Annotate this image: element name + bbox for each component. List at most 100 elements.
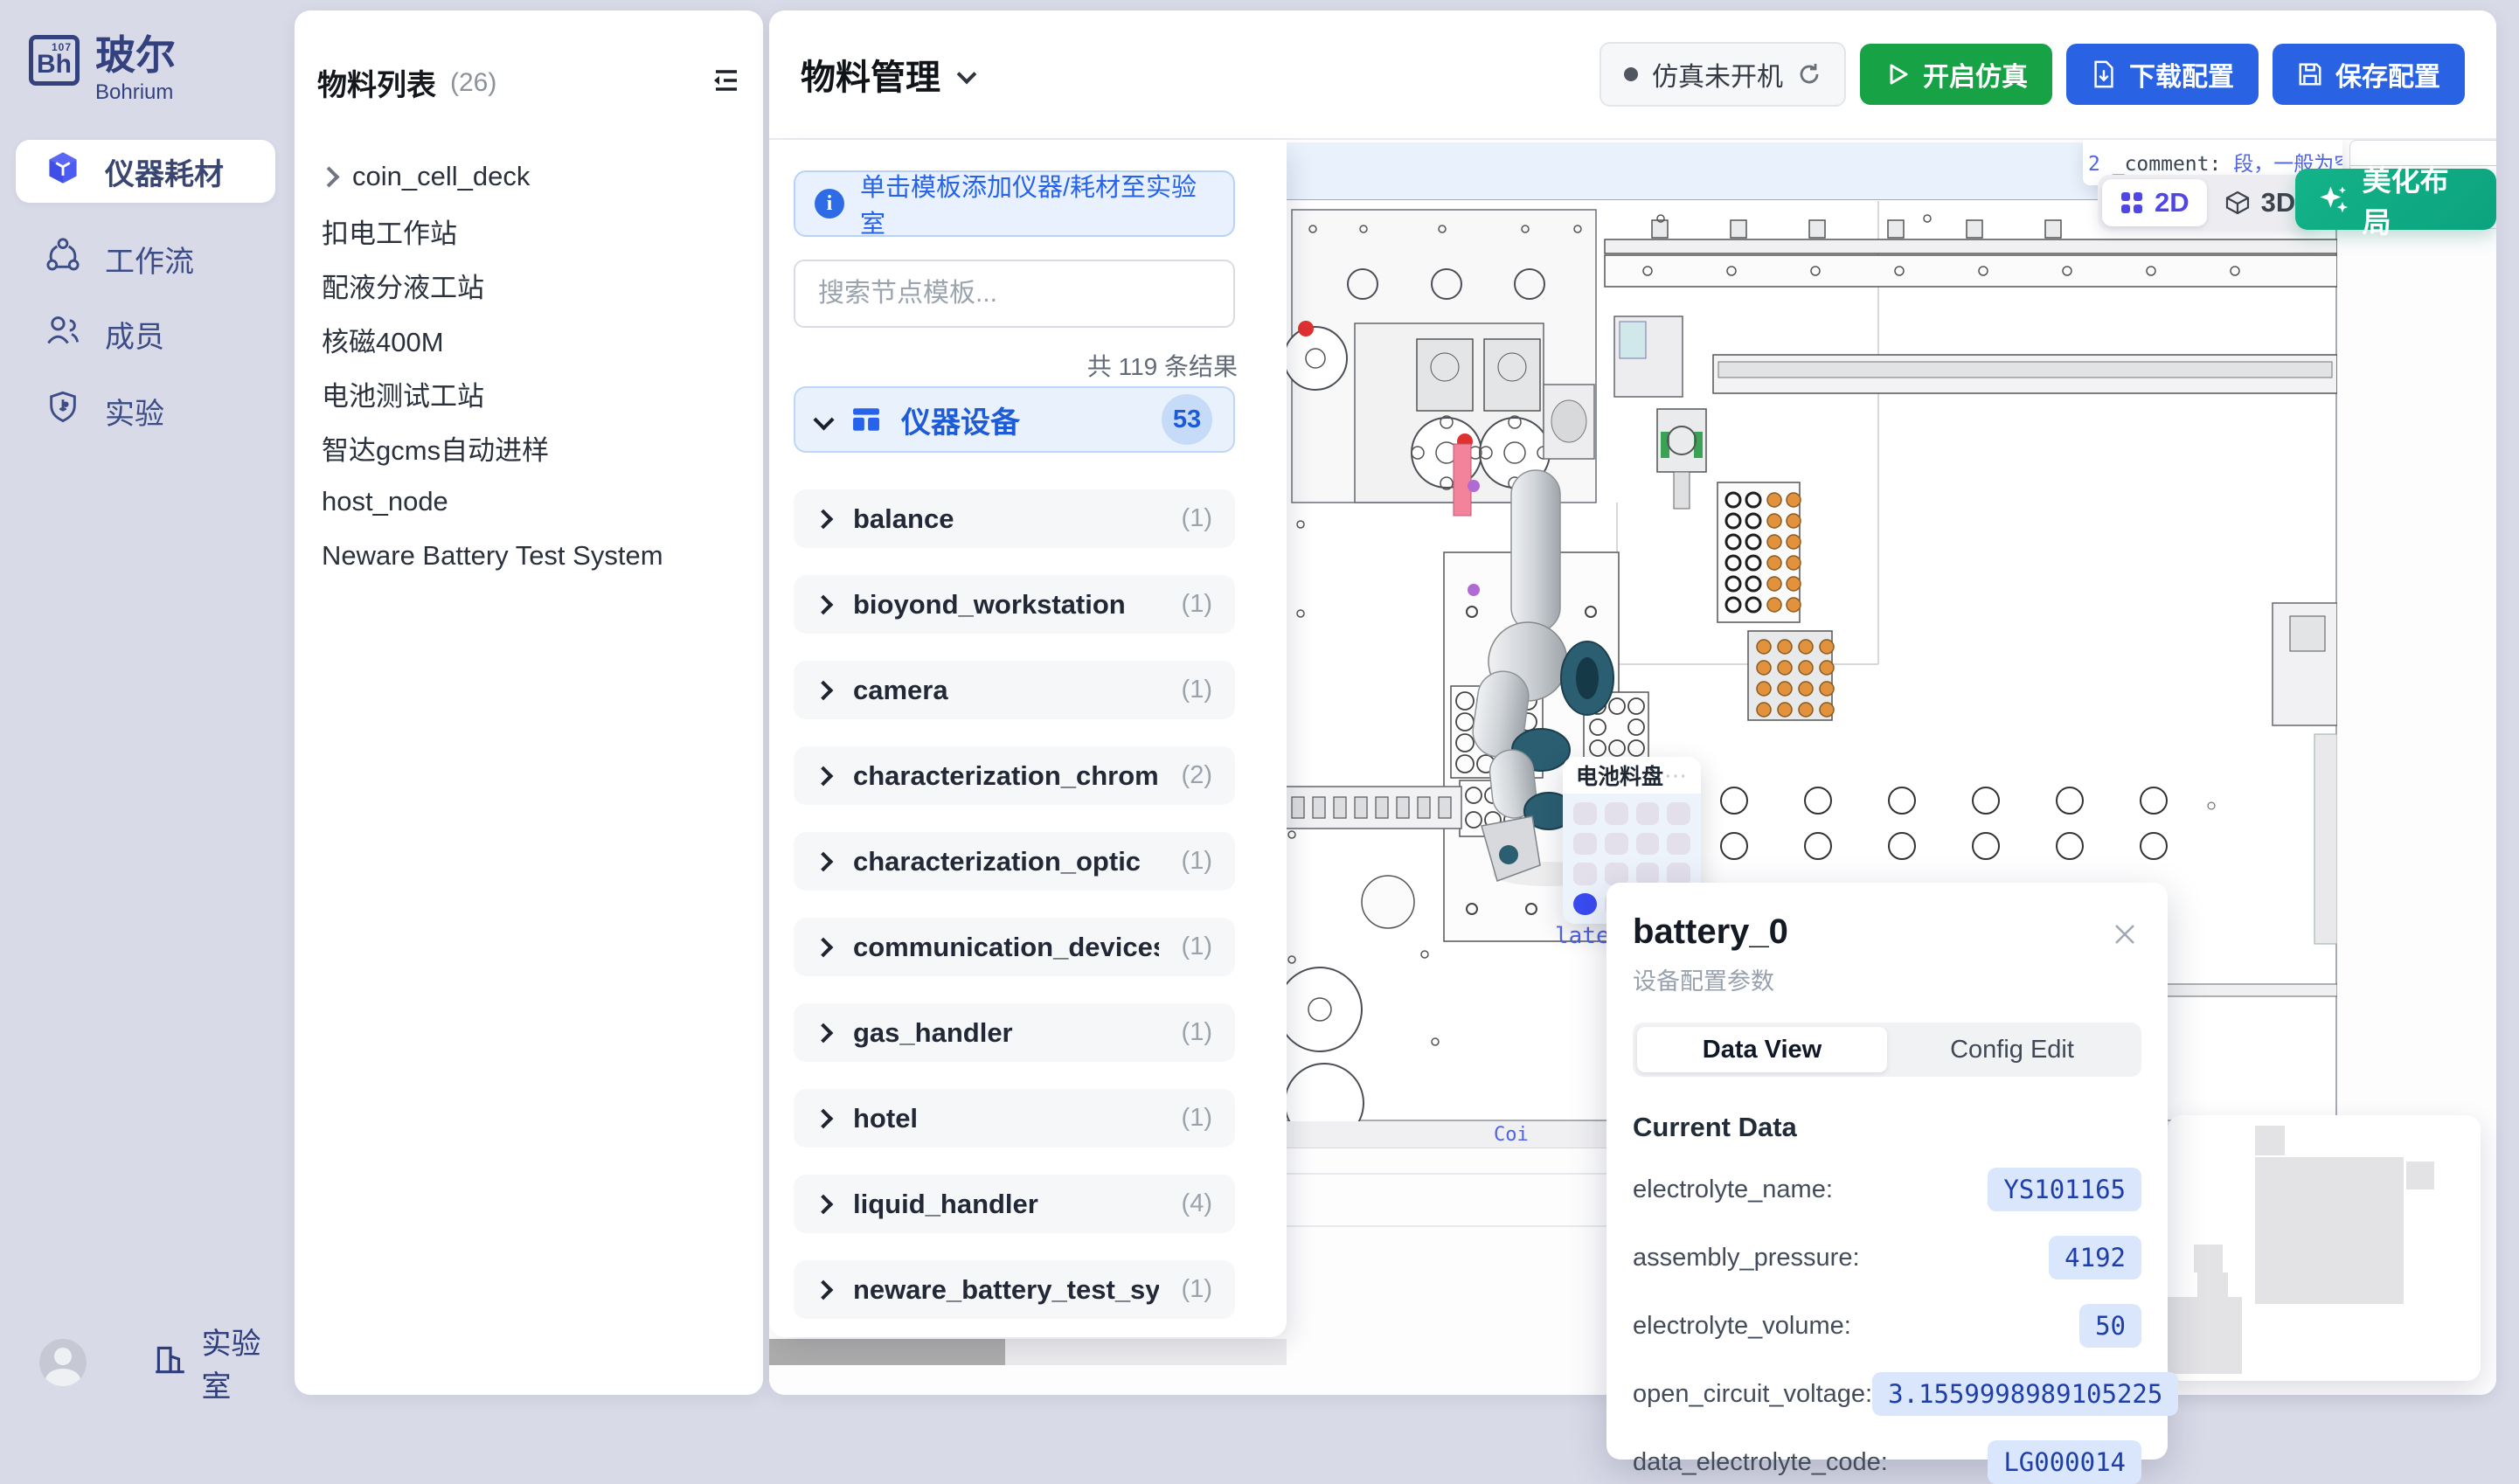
sidebar-item-workflow[interactable]: 工作流 [16, 227, 275, 290]
material-list-item[interactable]: 智达gcms自动进样 [295, 420, 763, 475]
template-group-liquid_handler[interactable]: liquid_handler(4) [794, 1175, 1235, 1233]
material-list-item[interactable]: 电池测试工站 [295, 366, 763, 420]
building-icon [151, 1341, 188, 1385]
hint-text: 单击模板添加仪器/耗材至实验室 [860, 167, 1214, 240]
battery-title: battery_0 [1633, 912, 2141, 952]
battery-data-row: assembly_pressure:4192 [1633, 1236, 2141, 1279]
materials-title: 物料列表 [317, 61, 436, 104]
chevron-right-icon [814, 594, 834, 614]
tray-cell-selected[interactable] [1573, 893, 1597, 916]
chevron-right-icon [814, 680, 834, 700]
download-file-icon [2091, 60, 2117, 88]
search-input[interactable] [794, 260, 1235, 328]
material-list-item[interactable]: 核磁400M [295, 312, 763, 366]
bohrium-logo-icon: 107 Bh [29, 35, 80, 86]
tray-cell[interactable] [1636, 833, 1660, 856]
lab-switcher[interactable]: 实验室 [151, 1320, 290, 1405]
page-title-dropdown[interactable]: 物料管理 [801, 49, 974, 100]
group-count: (1) [1182, 676, 1212, 704]
tray-cell[interactable] [1573, 833, 1597, 856]
data-key: electrolyte_name: [1633, 1175, 1833, 1204]
tray-cell[interactable] [1667, 802, 1690, 825]
sidebar-item-members[interactable]: 成员 [16, 302, 275, 365]
material-label: 智达gcms自动进样 [322, 428, 549, 468]
template-group-characterization_optic[interactable]: characterization_optic(1) [794, 832, 1235, 891]
user-avatar[interactable] [39, 1339, 87, 1386]
page-title: 物料管理 [801, 49, 940, 100]
tray-cell[interactable] [1605, 802, 1628, 825]
simulation-status[interactable]: 仿真未开机 [1600, 42, 1846, 107]
data-key: data_electrolyte_code: [1633, 1448, 1888, 1477]
sidebar-item-instruments[interactable]: 仪器耗材 [16, 140, 275, 203]
material-list-item[interactable]: 扣电工作站 [295, 204, 763, 258]
data-key: electrolyte_volume: [1633, 1312, 1851, 1341]
template-group-balance[interactable]: balance(1) [794, 489, 1235, 548]
sidebar-item-label: 实验 [105, 390, 164, 433]
data-value-pill: YS101165 [1988, 1168, 2141, 1211]
download-config-button[interactable]: 下载配置 [2066, 44, 2259, 105]
cube-icon [45, 150, 80, 193]
material-label: 扣电工作站 [322, 212, 457, 251]
tab-data-view[interactable]: Data View [1637, 1027, 1887, 1072]
material-list-item[interactable]: Neware Battery Test System [295, 529, 763, 583]
close-icon[interactable] [2112, 921, 2138, 952]
material-list-item[interactable]: 配液分液工站 [295, 258, 763, 312]
result-count: 共 119 条结果 [1087, 348, 1238, 383]
tray-cell[interactable] [1605, 833, 1628, 856]
chevron-right-icon [814, 766, 834, 786]
data-value-pill: 3.1559998989105225 [1872, 1372, 2178, 1416]
members-icon [45, 313, 80, 356]
tray-cell[interactable] [1605, 863, 1628, 885]
material-label: host_node [322, 486, 448, 517]
materials-count: (26) [450, 68, 496, 98]
tray-cell[interactable] [1667, 863, 1690, 885]
template-group-camera[interactable]: camera(1) [794, 661, 1235, 719]
group-label: hotel [853, 1103, 918, 1134]
template-panel: i 单击模板添加仪器/耗材至实验室 共 119 条结果 仪器设备 53 bala… [769, 140, 1287, 1337]
template-group-characterization_chromatic[interactable]: characterization_chromatic(2) [794, 746, 1235, 805]
category-instruments[interactable]: 仪器设备 53 [794, 386, 1235, 453]
template-group-communication_devices[interactable]: communication_devices(1) [794, 918, 1235, 976]
canvas-bottom-strip [1005, 1339, 1287, 1365]
experiment-icon [45, 390, 80, 433]
more-menu-icon[interactable]: ⋯ [1664, 771, 1689, 780]
sidebar-item-experiments[interactable]: 实验 [16, 379, 275, 442]
collapse-list-icon[interactable] [711, 67, 740, 98]
tray-cell[interactable] [1573, 863, 1597, 885]
view-2d-button[interactable]: 2D [2102, 179, 2207, 226]
battery-data-row: open_circuit_voltage:3.1559998989105225 [1633, 1372, 2141, 1416]
material-label: 核磁400M [322, 320, 444, 359]
material-list-item[interactable]: host_node [295, 475, 763, 529]
template-group-hotel[interactable]: hotel(1) [794, 1089, 1235, 1148]
tray-cell[interactable] [1636, 863, 1660, 885]
group-count: (2) [1182, 761, 1212, 790]
sidebar-item-label: 仪器耗材 [105, 150, 224, 193]
node-type-value: Coi [1494, 1124, 1529, 1146]
category-label: 仪器设备 [901, 399, 1020, 441]
tab-config-edit[interactable]: Config Edit [1887, 1027, 2137, 1072]
template-group-neware_battery_test_system[interactable]: neware_battery_test_system(1) [794, 1260, 1235, 1319]
equipment-grid-icon [852, 406, 880, 433]
save-config-button[interactable]: 保存配置 [2273, 44, 2465, 105]
beautify-layout-button[interactable]: 美化布局 [2295, 169, 2496, 230]
refresh-icon[interactable] [1797, 62, 1822, 87]
tray-cell[interactable] [1573, 802, 1597, 825]
minimap[interactable] [2168, 1115, 2481, 1381]
template-group-bioyond_workstation[interactable]: bioyond_workstation(1) [794, 575, 1235, 634]
plate-label: late [1555, 923, 1610, 949]
chevron-right-icon[interactable] [318, 166, 339, 187]
tray-cell[interactable] [1636, 802, 1660, 825]
group-count: (1) [1182, 1275, 1212, 1304]
tray-cell[interactable] [1667, 833, 1690, 856]
grid-2d-icon [2120, 191, 2144, 215]
brand-name-zh: 玻尔 [95, 35, 176, 75]
group-label: liquid_handler [853, 1189, 1038, 1220]
template-group-gas_handler[interactable]: gas_handler(1) [794, 1003, 1235, 1062]
group-count: (1) [1182, 847, 1212, 876]
material-list-item[interactable]: coin_cell_deck [295, 149, 763, 204]
start-simulation-button[interactable]: 开启仿真 [1860, 44, 2052, 105]
sparkles-icon [2318, 183, 2350, 216]
data-key: assembly_pressure: [1633, 1244, 1860, 1272]
canvas-bottom-strip [769, 1339, 1005, 1365]
material-label: 配液分液工站 [322, 266, 484, 305]
